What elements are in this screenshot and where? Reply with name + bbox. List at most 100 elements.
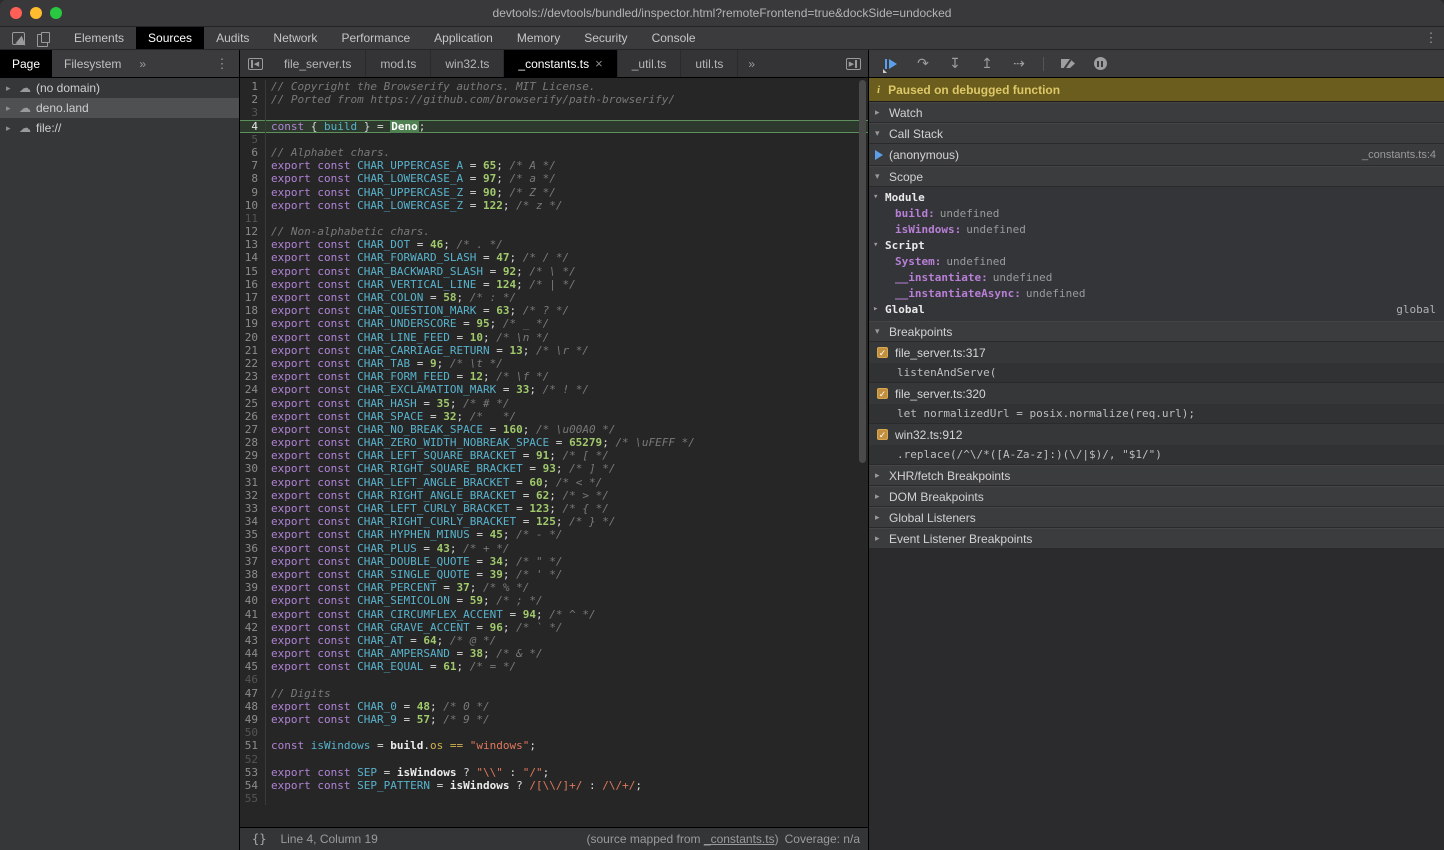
code-content[interactable] <box>266 106 271 119</box>
line-number[interactable]: 22 <box>240 357 266 370</box>
code-content[interactable]: export const CHAR_FORWARD_SLASH = 47; /*… <box>266 251 569 264</box>
line-number[interactable]: 28 <box>240 436 266 449</box>
chevron-right-icon[interactable]: ▸ <box>6 103 14 114</box>
chevron-right-icon[interactable]: ▸ <box>6 123 14 134</box>
line-number[interactable]: 37 <box>240 555 266 568</box>
step-icon[interactable]: ⇢ <box>1011 56 1027 72</box>
code-content[interactable]: export const CHAR_TAB = 9; /* \t */ <box>266 357 503 370</box>
section-xhr-fetch-breakpoints[interactable]: ▸XHR/fetch Breakpoints <box>869 465 1444 486</box>
line-number[interactable]: 23 <box>240 370 266 383</box>
navigator-menu-icon[interactable]: ⋮ <box>209 56 235 72</box>
line-number[interactable]: 44 <box>240 647 266 660</box>
line-number[interactable]: 43 <box>240 634 266 647</box>
line-number[interactable]: 46 <box>240 673 266 686</box>
code-content[interactable]: // Non-alphabetic chars. <box>266 225 430 238</box>
code-content[interactable]: export const CHAR_HYPHEN_MINUS = 45; /* … <box>266 528 562 541</box>
line-number[interactable]: 35 <box>240 528 266 541</box>
breakpoint-entry[interactable]: ✓file_server.ts:317listenAndServe( <box>869 342 1444 383</box>
breakpoint-checkbox[interactable]: ✓ <box>877 429 888 440</box>
code-content[interactable]: export const CHAR_COLON = 58; /* : */ <box>266 291 516 304</box>
tab-network[interactable]: Network <box>261 27 329 49</box>
code-content[interactable]: export const CHAR_LINE_FEED = 10; /* \n … <box>266 331 549 344</box>
code-content[interactable]: export const CHAR_LEFT_ANGLE_BRACKET = 6… <box>266 476 602 489</box>
line-number[interactable]: 17 <box>240 291 266 304</box>
code-content[interactable]: export const CHAR_CIRCUMFLEX_ACCENT = 94… <box>266 608 596 621</box>
line-number[interactable]: 29 <box>240 449 266 462</box>
scope-property[interactable]: build:undefined <box>869 205 1444 221</box>
code-content[interactable]: export const CHAR_DOT = 46; /* . */ <box>266 238 503 251</box>
scope-property[interactable]: __instantiateAsync:undefined <box>869 285 1444 301</box>
line-number[interactable]: 18 <box>240 304 266 317</box>
section-dom-breakpoints[interactable]: ▸DOM Breakpoints <box>869 486 1444 507</box>
code-content[interactable]: const { build } = Deno; <box>266 120 425 133</box>
tab-sources[interactable]: Sources <box>136 27 204 49</box>
code-content[interactable]: export const CHAR_EQUAL = 61; /* = */ <box>266 660 516 673</box>
section-scope[interactable]: ▾Scope <box>869 166 1444 187</box>
tree-item-file://[interactable]: ▸☁file:// <box>0 118 239 138</box>
code-content[interactable]: export const CHAR_EXCLAMATION_MARK = 33;… <box>266 383 589 396</box>
tree-item-(no domain)[interactable]: ▸☁(no domain) <box>0 78 239 98</box>
line-number[interactable]: 14 <box>240 251 266 264</box>
section-watch[interactable]: ▸Watch <box>869 102 1444 123</box>
code-content[interactable]: // Alphabet chars. <box>266 146 390 159</box>
line-number[interactable]: 45 <box>240 660 266 673</box>
chevron-right-icon[interactable]: ▸ <box>6 83 14 94</box>
code-content[interactable]: export const CHAR_UPPERCASE_A = 65; /* A… <box>266 159 556 172</box>
code-content[interactable]: export const CHAR_UNDERSCORE = 95; /* _ … <box>266 317 549 330</box>
tab-audits[interactable]: Audits <box>204 27 261 49</box>
line-number[interactable]: 51 <box>240 739 266 752</box>
line-number[interactable]: 27 <box>240 423 266 436</box>
code-content[interactable]: export const CHAR_SEMICOLON = 59; /* ; *… <box>266 594 543 607</box>
navigator-tab-page[interactable]: Page <box>0 50 52 77</box>
scope-property[interactable]: System:undefined <box>869 253 1444 269</box>
line-number[interactable]: 11 <box>240 212 266 225</box>
code-content[interactable]: export const CHAR_AMPERSAND = 38; /* & *… <box>266 647 543 660</box>
code-content[interactable]: export const CHAR_VERTICAL_LINE = 124; /… <box>266 278 576 291</box>
file-tab-win32.ts[interactable]: win32.ts <box>431 50 504 77</box>
tab-elements[interactable]: Elements <box>62 27 136 49</box>
scope-group-module[interactable]: ▾Module <box>869 189 1444 205</box>
editor-scrollbar[interactable] <box>859 80 866 463</box>
line-number[interactable]: 48 <box>240 700 266 713</box>
line-number[interactable]: 12 <box>240 225 266 238</box>
code-content[interactable]: export const CHAR_PERCENT = 37; /* % */ <box>266 581 529 594</box>
line-number[interactable]: 38 <box>240 568 266 581</box>
step-over-icon[interactable]: ↷ <box>915 56 931 72</box>
pause-on-exceptions-icon[interactable] <box>1092 56 1108 72</box>
section-call-stack[interactable]: ▾Call Stack <box>869 123 1444 144</box>
line-number[interactable]: 16 <box>240 278 266 291</box>
deactivate-breakpoints-icon[interactable] <box>1060 56 1076 72</box>
line-number[interactable]: 34 <box>240 515 266 528</box>
code-content[interactable]: export const CHAR_LOWERCASE_Z = 122; /* … <box>266 199 562 212</box>
breakpoint-checkbox[interactable]: ✓ <box>877 388 888 399</box>
code-content[interactable]: export const CHAR_LEFT_CURLY_BRACKET = 1… <box>266 502 609 515</box>
code-content[interactable]: export const CHAR_0 = 48; /* 0 */ <box>266 700 490 713</box>
line-number[interactable]: 10 <box>240 199 266 212</box>
line-number[interactable]: 15 <box>240 265 266 278</box>
device-toolbar-icon[interactable] <box>37 32 50 45</box>
tab-security[interactable]: Security <box>572 27 639 49</box>
line-number[interactable]: 30 <box>240 462 266 475</box>
code-content[interactable]: // Digits <box>266 687 331 700</box>
line-number[interactable]: 47 <box>240 687 266 700</box>
scope-property[interactable]: __instantiate:undefined <box>869 269 1444 285</box>
code-content[interactable]: export const CHAR_BACKWARD_SLASH = 92; /… <box>266 265 576 278</box>
line-number[interactable]: 32 <box>240 489 266 502</box>
code-content[interactable]: export const CHAR_ZERO_WIDTH_NOBREAK_SPA… <box>266 436 695 449</box>
line-number[interactable]: 42 <box>240 621 266 634</box>
line-number[interactable]: 6 <box>240 146 266 159</box>
inspect-element-icon[interactable] <box>12 32 25 45</box>
line-number[interactable]: 7 <box>240 159 266 172</box>
file-tab-_constants.ts[interactable]: _constants.ts× <box>504 50 617 77</box>
more-file-tabs-icon[interactable]: » <box>738 50 765 77</box>
code-content[interactable] <box>266 133 271 146</box>
source-mapped-link[interactable]: _constants.ts <box>704 832 775 846</box>
code-content[interactable]: export const CHAR_NO_BREAK_SPACE = 160; … <box>266 423 615 436</box>
show-debugger-icon[interactable]: ▶ <box>838 50 868 77</box>
line-number[interactable]: 9 <box>240 186 266 199</box>
line-number[interactable]: 54 <box>240 779 266 792</box>
section-event-listener-breakpoints[interactable]: ▸Event Listener Breakpoints <box>869 528 1444 549</box>
file-tab-file_server.ts[interactable]: file_server.ts <box>270 50 366 77</box>
code-content[interactable]: export const CHAR_SINGLE_QUOTE = 39; /* … <box>266 568 562 581</box>
line-number[interactable]: 41 <box>240 608 266 621</box>
